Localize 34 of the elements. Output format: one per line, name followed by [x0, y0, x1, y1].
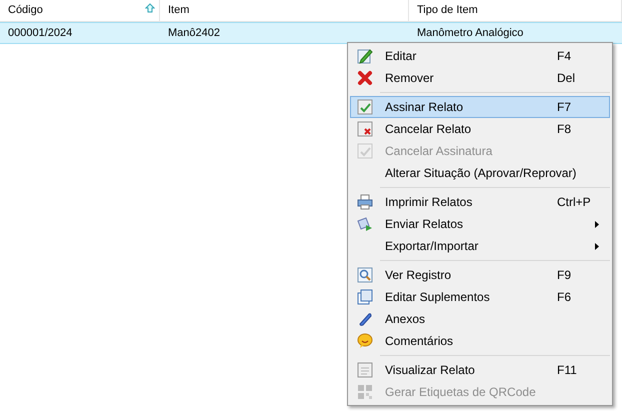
menu-item[interactable]: Anexos: [350, 308, 610, 330]
menu-item[interactable]: Alterar Situação (Aprovar/Reprovar): [350, 162, 610, 184]
qr-code-icon: [357, 384, 373, 400]
menu-item[interactable]: Editar Suplementos F6: [350, 286, 610, 308]
pencil-page-icon: [357, 48, 373, 64]
menu-item[interactable]: Visualizar Relato F11: [350, 359, 610, 381]
menu-item[interactable]: Enviar Relatos: [350, 213, 610, 235]
menu-item[interactable]: Imprimir Relatos Ctrl+P: [350, 191, 610, 213]
column-header[interactable]: Item: [160, 0, 409, 21]
cross-icon: [357, 70, 373, 86]
column-header[interactable]: Código: [0, 0, 160, 21]
smiley-bubble-icon: [357, 333, 373, 349]
sort-arrow-icon: [145, 3, 155, 13]
column-header[interactable]: Tipo de Item: [409, 0, 622, 21]
menu-item[interactable]: Editar F4: [350, 45, 610, 67]
menu-item[interactable]: Comentários: [350, 330, 610, 352]
table-cell-text: Manômetro Analógico: [416, 26, 524, 41]
magnifier-page-icon: [357, 267, 373, 283]
pages-icon: [357, 289, 373, 305]
document-check-icon: [357, 143, 373, 159]
menu-item[interactable]: Exportar/Importar: [350, 235, 610, 257]
submenu-arrow-icon: [595, 242, 599, 250]
menu-item[interactable]: Assinar Relato F7: [350, 96, 610, 118]
printer-icon: [357, 194, 373, 210]
menu-item[interactable]: Remover Del: [350, 67, 610, 89]
menu-item[interactable]: Ver Registro F9: [350, 264, 610, 286]
submenu-arrow-icon: [595, 220, 599, 228]
table-cell-text: Manô2402: [167, 26, 221, 41]
table-row[interactable]: 000001/2024 Manô2402 Manômetro Analógico: [0, 22, 622, 44]
document-cross-icon: [357, 121, 373, 137]
document-icon: [357, 362, 373, 378]
table-cell-text: 000001/2024: [7, 26, 74, 41]
document-check-icon: [357, 99, 373, 115]
menu-item[interactable]: Cancelar Relato F8: [350, 118, 610, 140]
